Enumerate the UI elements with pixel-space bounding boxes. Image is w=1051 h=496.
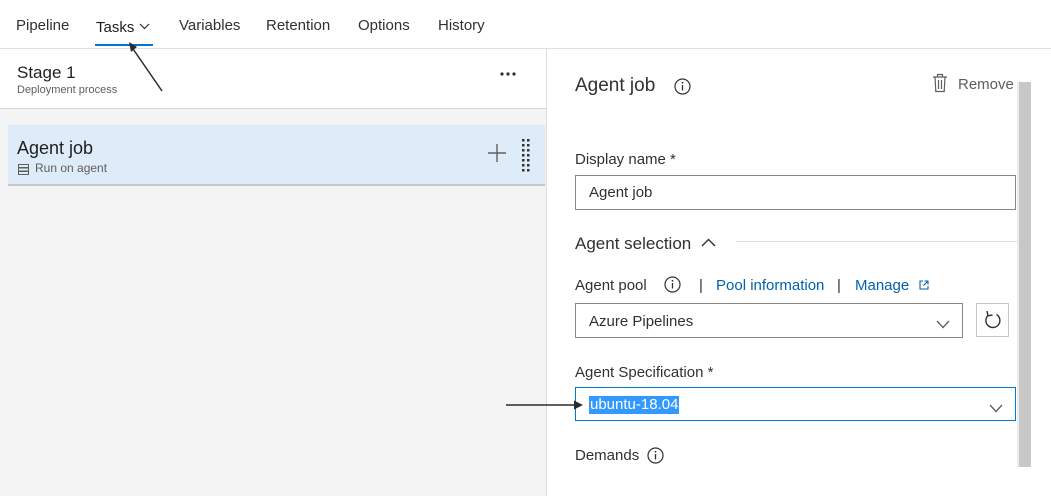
drag-handle-icon[interactable] bbox=[521, 138, 531, 172]
info-icon[interactable] bbox=[664, 276, 681, 293]
info-icon[interactable] bbox=[647, 447, 664, 464]
stage-pane: Stage 1 Deployment process Agent job Run… bbox=[0, 49, 547, 496]
agent-job-title: Agent job bbox=[17, 138, 94, 158]
agent-selection-title: Agent selection bbox=[575, 234, 692, 253]
pool-information-link[interactable]: Pool information bbox=[716, 277, 824, 294]
stage-subtitle: Deployment process bbox=[17, 84, 118, 96]
pipeline-tab-bar: Pipeline Tasks Variables Retention Optio… bbox=[0, 0, 1051, 49]
tab-tasks-label: Tasks bbox=[96, 19, 135, 36]
demands-label: Demands bbox=[575, 447, 640, 464]
remove-label: Remove bbox=[958, 76, 1014, 93]
refresh-button[interactable] bbox=[976, 303, 1009, 337]
chevron-down-icon bbox=[936, 316, 950, 329]
tab-retention[interactable]: Retention bbox=[266, 17, 330, 34]
info-icon[interactable] bbox=[674, 78, 691, 95]
agent-spec-label: Agent Specification * bbox=[575, 364, 714, 381]
active-tab-indicator bbox=[95, 44, 153, 46]
display-name-field[interactable] bbox=[575, 175, 1016, 210]
panel-title: Agent job bbox=[575, 75, 656, 96]
agent-pool-value: Azure Pipelines bbox=[589, 313, 694, 330]
agent-job-row[interactable]: Agent job Run on agent bbox=[8, 125, 545, 186]
server-icon bbox=[18, 162, 29, 175]
external-link-icon bbox=[919, 277, 929, 294]
scrollbar-thumb[interactable] bbox=[1017, 82, 1031, 467]
section-divider bbox=[736, 241, 1018, 242]
stage-header[interactable]: Stage 1 Deployment process bbox=[0, 49, 546, 109]
agent-spec-value: ubuntu-18.04 bbox=[589, 396, 680, 414]
manage-link-label: Manage bbox=[855, 277, 910, 294]
chevron-up-icon bbox=[701, 232, 716, 252]
chevron-down-icon bbox=[139, 17, 150, 34]
agent-pool-label: Agent pool bbox=[575, 277, 647, 294]
more-actions-icon[interactable] bbox=[497, 65, 519, 83]
tab-history[interactable]: History bbox=[438, 17, 485, 34]
tab-pipeline[interactable]: Pipeline bbox=[16, 17, 69, 34]
manage-link[interactable]: Manage bbox=[855, 277, 929, 294]
tab-options[interactable]: Options bbox=[358, 17, 410, 34]
agent-selection-header[interactable]: Agent selection bbox=[575, 232, 716, 254]
refresh-icon bbox=[985, 310, 1001, 329]
chevron-down-icon bbox=[989, 400, 1003, 413]
link-separator: | bbox=[837, 277, 841, 294]
trash-icon bbox=[932, 73, 948, 93]
agent-spec-dropdown[interactable]: ubuntu-18.04 bbox=[575, 387, 1016, 421]
tab-tasks[interactable]: Tasks bbox=[96, 17, 150, 36]
agent-pool-dropdown[interactable]: Azure Pipelines bbox=[575, 303, 963, 338]
add-task-icon[interactable] bbox=[486, 142, 508, 164]
tab-variables[interactable]: Variables bbox=[179, 17, 240, 34]
agent-job-subtitle: Run on agent bbox=[35, 161, 108, 175]
link-separator: | bbox=[699, 277, 703, 294]
stage-title: Stage 1 bbox=[17, 63, 76, 82]
display-name-label: Display name * bbox=[575, 151, 676, 168]
job-properties-pane: Agent job Remove Display name * Agent se… bbox=[548, 49, 1051, 496]
